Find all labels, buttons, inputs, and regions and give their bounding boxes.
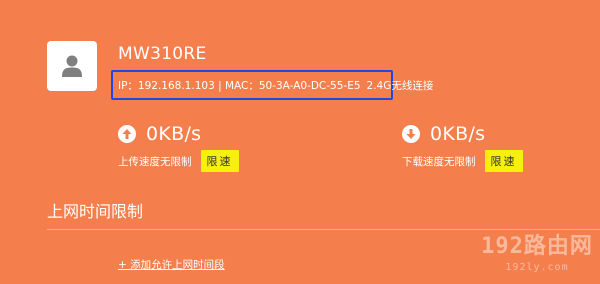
arrow-up-circle-icon <box>118 125 136 143</box>
avatar <box>47 41 97 91</box>
upload-speed-label: 上传速度无限制 <box>118 155 192 168</box>
download-limit-button[interactable]: 限速 <box>484 150 523 172</box>
device-ip-mac: IP：192.168.1.103 | MAC：50-3A-A0-DC-55-E5 <box>118 80 361 92</box>
upload-speed-block: 0KB/s 上传速度无限制 限速 <box>118 123 239 172</box>
add-time-slot-link[interactable]: + 添加允许上网时间段 <box>118 257 225 272</box>
upload-limit-button[interactable]: 限速 <box>200 150 239 172</box>
device-name: MW310RE <box>118 44 207 64</box>
watermark: 192路由网 192ly.com <box>478 228 596 284</box>
arrow-down-circle-icon <box>402 125 420 143</box>
download-speed-label: 下载速度无限制 <box>402 155 476 168</box>
watermark-sub: 192ly.com <box>505 262 569 273</box>
device-info: IP：192.168.1.103 | MAC：50-3A-A0-DC-55-E5… <box>118 78 433 93</box>
user-icon <box>62 55 82 77</box>
download-speed-block: 0KB/s 下载速度无限制 限速 <box>402 123 523 172</box>
section-title: 上网时间限制 <box>47 202 144 221</box>
watermark-main: 192路由网 <box>481 234 593 259</box>
download-speed-value: 0KB/s <box>430 123 486 145</box>
connection-type: 2.4G无线连接 <box>366 80 434 92</box>
upload-speed-value: 0KB/s <box>146 123 202 145</box>
